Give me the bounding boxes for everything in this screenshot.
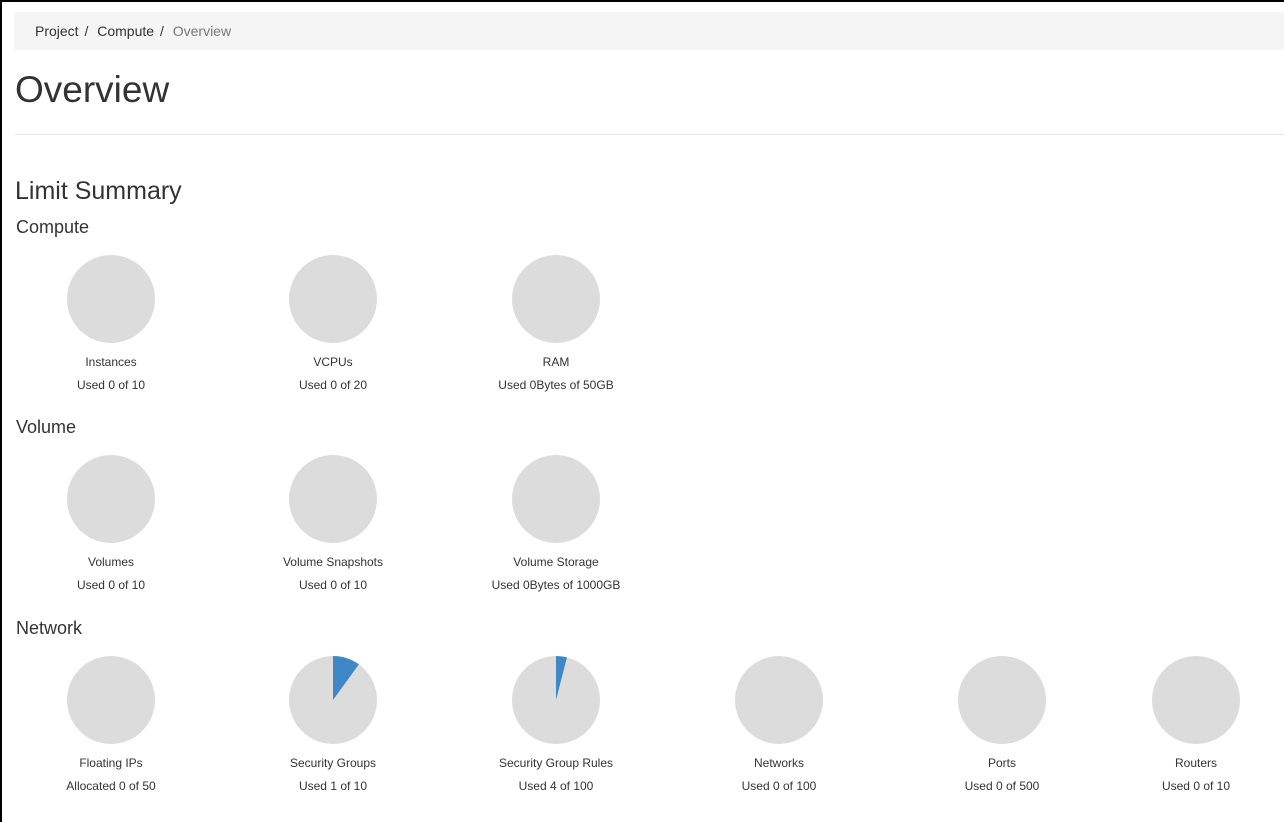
instances-quota-chart: Instances Used 0 of 10 xyxy=(21,254,201,414)
quota-label: Routers xyxy=(1174,756,1218,770)
quota-label: Networks xyxy=(753,756,804,770)
breadcrumb-separator: / xyxy=(84,23,89,39)
networks-quota-chart: Networks Used 0 of 100 xyxy=(689,655,869,815)
breadcrumb: Project / Compute / Overview xyxy=(14,12,1284,50)
pie-chart xyxy=(67,255,155,343)
quota-label: Security Group Rules xyxy=(498,756,614,770)
quota-usage: Used 0 of 10 xyxy=(76,378,146,392)
pie-chart xyxy=(289,455,377,543)
quota-label: Security Groups xyxy=(289,756,377,770)
pie-chart xyxy=(67,656,155,744)
quota-usage: Used 4 of 100 xyxy=(518,779,594,793)
vcpus-quota-chart: VCPUs Used 0 of 20 xyxy=(243,254,423,414)
volume-group-title: Volume xyxy=(16,417,77,437)
security-groups-quota-chart: Security Groups Used 1 of 10 xyxy=(243,655,423,815)
quota-label: Instances xyxy=(85,355,137,369)
network-group-title: Network xyxy=(16,618,83,638)
pie-remaining-slice xyxy=(289,255,377,343)
pie-remaining-slice xyxy=(1152,656,1240,744)
pie-remaining-slice xyxy=(67,455,155,543)
pie-chart xyxy=(512,455,600,543)
quota-usage: Used 0 of 100 xyxy=(741,779,817,793)
breadcrumb-current: Overview xyxy=(172,23,232,39)
page-title: Overview xyxy=(15,69,170,110)
quota-usage: Used 1 of 10 xyxy=(298,779,368,793)
pie-remaining-slice xyxy=(67,255,155,343)
header-divider xyxy=(15,134,1284,135)
quota-usage: Used 0 of 10 xyxy=(76,578,146,592)
app-frame: Project / Compute / Overview Overview Li… xyxy=(0,0,1284,822)
routers-quota-chart: Routers Used 0 of 10 xyxy=(1106,655,1284,815)
pie-remaining-slice xyxy=(289,455,377,543)
pie-chart xyxy=(67,455,155,543)
volume-snapshots-quota-chart: Volume Snapshots Used 0 of 10 xyxy=(243,454,423,614)
breadcrumb-compute-link[interactable]: Compute xyxy=(97,23,154,39)
pie-remaining-slice xyxy=(735,656,823,744)
security-group-rules-quota-chart: Security Group Rules Used 4 of 100 xyxy=(466,655,646,815)
pie-chart xyxy=(735,656,823,744)
quota-usage: Used 0 of 500 xyxy=(964,779,1040,793)
ports-quota-chart: Ports Used 0 of 500 xyxy=(912,655,1092,815)
breadcrumb-project-link[interactable]: Project xyxy=(35,23,79,39)
quota-label: VCPUs xyxy=(313,355,353,369)
pie-chart xyxy=(512,255,600,343)
quota-usage: Used 0 of 10 xyxy=(1161,779,1231,793)
quota-usage: Used 0Bytes of 50GB xyxy=(498,378,614,392)
pie-chart xyxy=(289,656,377,744)
volume-storage-quota-chart: Volume Storage Used 0Bytes of 1000GB xyxy=(466,454,646,614)
quota-usage: Used 0 of 20 xyxy=(298,378,368,392)
quota-label: Volume Snapshots xyxy=(282,555,384,569)
ram-quota-chart: RAM Used 0Bytes of 50GB xyxy=(466,254,646,414)
pie-remaining-slice xyxy=(512,455,600,543)
pie-remaining-slice xyxy=(67,656,155,744)
quota-label: Volume Storage xyxy=(513,555,599,569)
pie-chart xyxy=(1152,656,1240,744)
quota-label: Ports xyxy=(987,756,1016,770)
floating-ips-quota-chart: Floating IPs Allocated 0 of 50 xyxy=(21,655,201,815)
compute-group-title: Compute xyxy=(16,217,90,237)
quota-usage: Used 0 of 10 xyxy=(298,578,368,592)
quota-label: Volumes xyxy=(87,555,135,569)
pie-remaining-slice xyxy=(512,255,600,343)
breadcrumb-separator: / xyxy=(159,23,164,39)
limit-summary-heading: Limit Summary xyxy=(15,177,182,205)
pie-chart xyxy=(958,656,1046,744)
quota-usage: Allocated 0 of 50 xyxy=(66,779,156,793)
pie-remaining-slice xyxy=(958,656,1046,744)
volumes-quota-chart: Volumes Used 0 of 10 xyxy=(21,454,201,614)
quota-usage: Used 0Bytes of 1000GB xyxy=(491,578,621,592)
quota-label: RAM xyxy=(542,355,570,369)
pie-chart xyxy=(512,656,600,744)
quota-label: Floating IPs xyxy=(79,756,143,770)
pie-chart xyxy=(289,255,377,343)
